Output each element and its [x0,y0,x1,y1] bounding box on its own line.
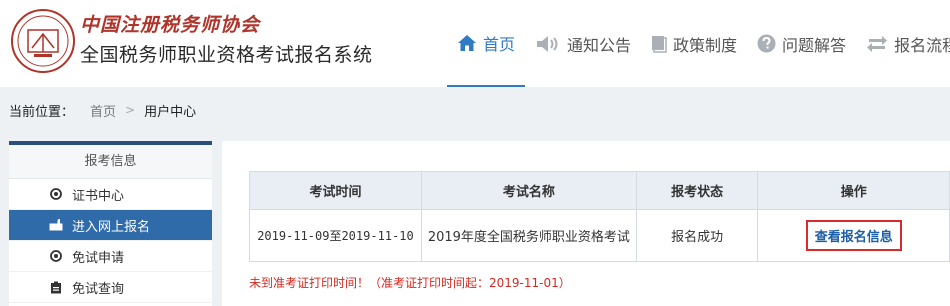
org-name: 中国注册税务师协会 [80,14,261,36]
view-registration-button[interactable]: 查看报名信息 [805,220,902,251]
table-header-row: 考试时间 考试名称 报考状态 操作 [249,171,950,210]
header: 中国注册税务师协会 全国税务师职业资格考试报名系统 首页 通知公告 政策制度 问… [0,0,950,87]
sidebar: 报考信息 证书中心 进入网上报名 免试申请 免试查询 [9,141,212,306]
nav-process-label: 报名流程 [894,35,950,55]
pointer-hand-icon [49,219,63,231]
breadcrumb-current: 用户中心 [144,104,197,120]
nav-notices[interactable]: 通知公告 [525,0,641,87]
breadcrumb-separator: > [125,103,136,117]
circle-dot-icon [49,188,63,200]
cell-exam-name: 2019年度全国税务师职业资格考试 [420,209,637,262]
cell-exam-time: 2019-11-09至2019-11-10 [249,209,422,262]
cell-status: 报名成功 [635,209,759,262]
header-status: 报考状态 [635,171,759,210]
nav-faq[interactable]: 问题解答 [747,0,856,87]
association-seal-logo [11,9,75,73]
sidebar-title: 报考信息 [9,145,212,179]
registration-table: 考试时间 考试名称 报考状态 操作 2019-11-09至2019-11-10 … [249,171,950,262]
main-nav: 首页 通知公告 政策制度 问题解答 报名流程 [447,0,950,87]
cell-action: 查看报名信息 [757,209,950,262]
nav-policies[interactable]: 政策制度 [641,0,747,87]
circle-dot-icon [49,250,63,262]
nav-policies-label: 政策制度 [673,35,738,55]
sidebar-item-label: 进入网上报名 [72,219,151,235]
book-icon [651,35,667,53]
home-icon [457,34,477,52]
nav-process[interactable]: 报名流程 [856,0,950,87]
sidebar-item-online-registration[interactable]: 进入网上报名 [9,210,212,241]
sidebar-item-exemption-apply[interactable]: 免试申请 [9,241,212,272]
nav-faq-label: 问题解答 [782,35,847,55]
breadcrumb-label: 当前位置： [9,104,75,120]
nav-notices-label: 通知公告 [567,35,632,55]
refresh-icon [866,35,888,53]
breadcrumb-home-link[interactable]: 首页 [90,101,116,120]
header-action: 操作 [757,171,950,210]
sidebar-item-label: 免试查询 [72,281,125,297]
sidebar-item-label: 证书中心 [72,188,125,204]
sidebar-item-certificates[interactable]: 证书中心 [9,179,212,210]
header-exam-time: 考试时间 [249,171,422,210]
sidebar-item-label: 免试申请 [72,250,125,266]
nav-home[interactable]: 首页 [447,0,526,87]
table-row: 2019-11-09至2019-11-10 2019年度全国税务师职业资格考试 … [249,209,950,262]
sidebar-item-exemption-query[interactable]: 免试查询 [9,272,212,303]
megaphone-icon [535,35,561,53]
main-panel: 考试时间 考试名称 报考状态 操作 2019-11-09至2019-11-10 … [222,141,950,306]
header-exam-name: 考试名称 [420,171,637,210]
nav-home-label: 首页 [483,34,516,54]
breadcrumb: 当前位置： 首页 > 用户中心 [0,87,950,133]
clipboard-icon [49,281,63,294]
system-title: 全国税务师职业资格考试报名系统 [80,44,373,66]
question-icon [757,34,776,53]
admission-ticket-notice: 未到准考证打印时间！（准考证打印时间起：2019-11-01） [249,276,571,290]
